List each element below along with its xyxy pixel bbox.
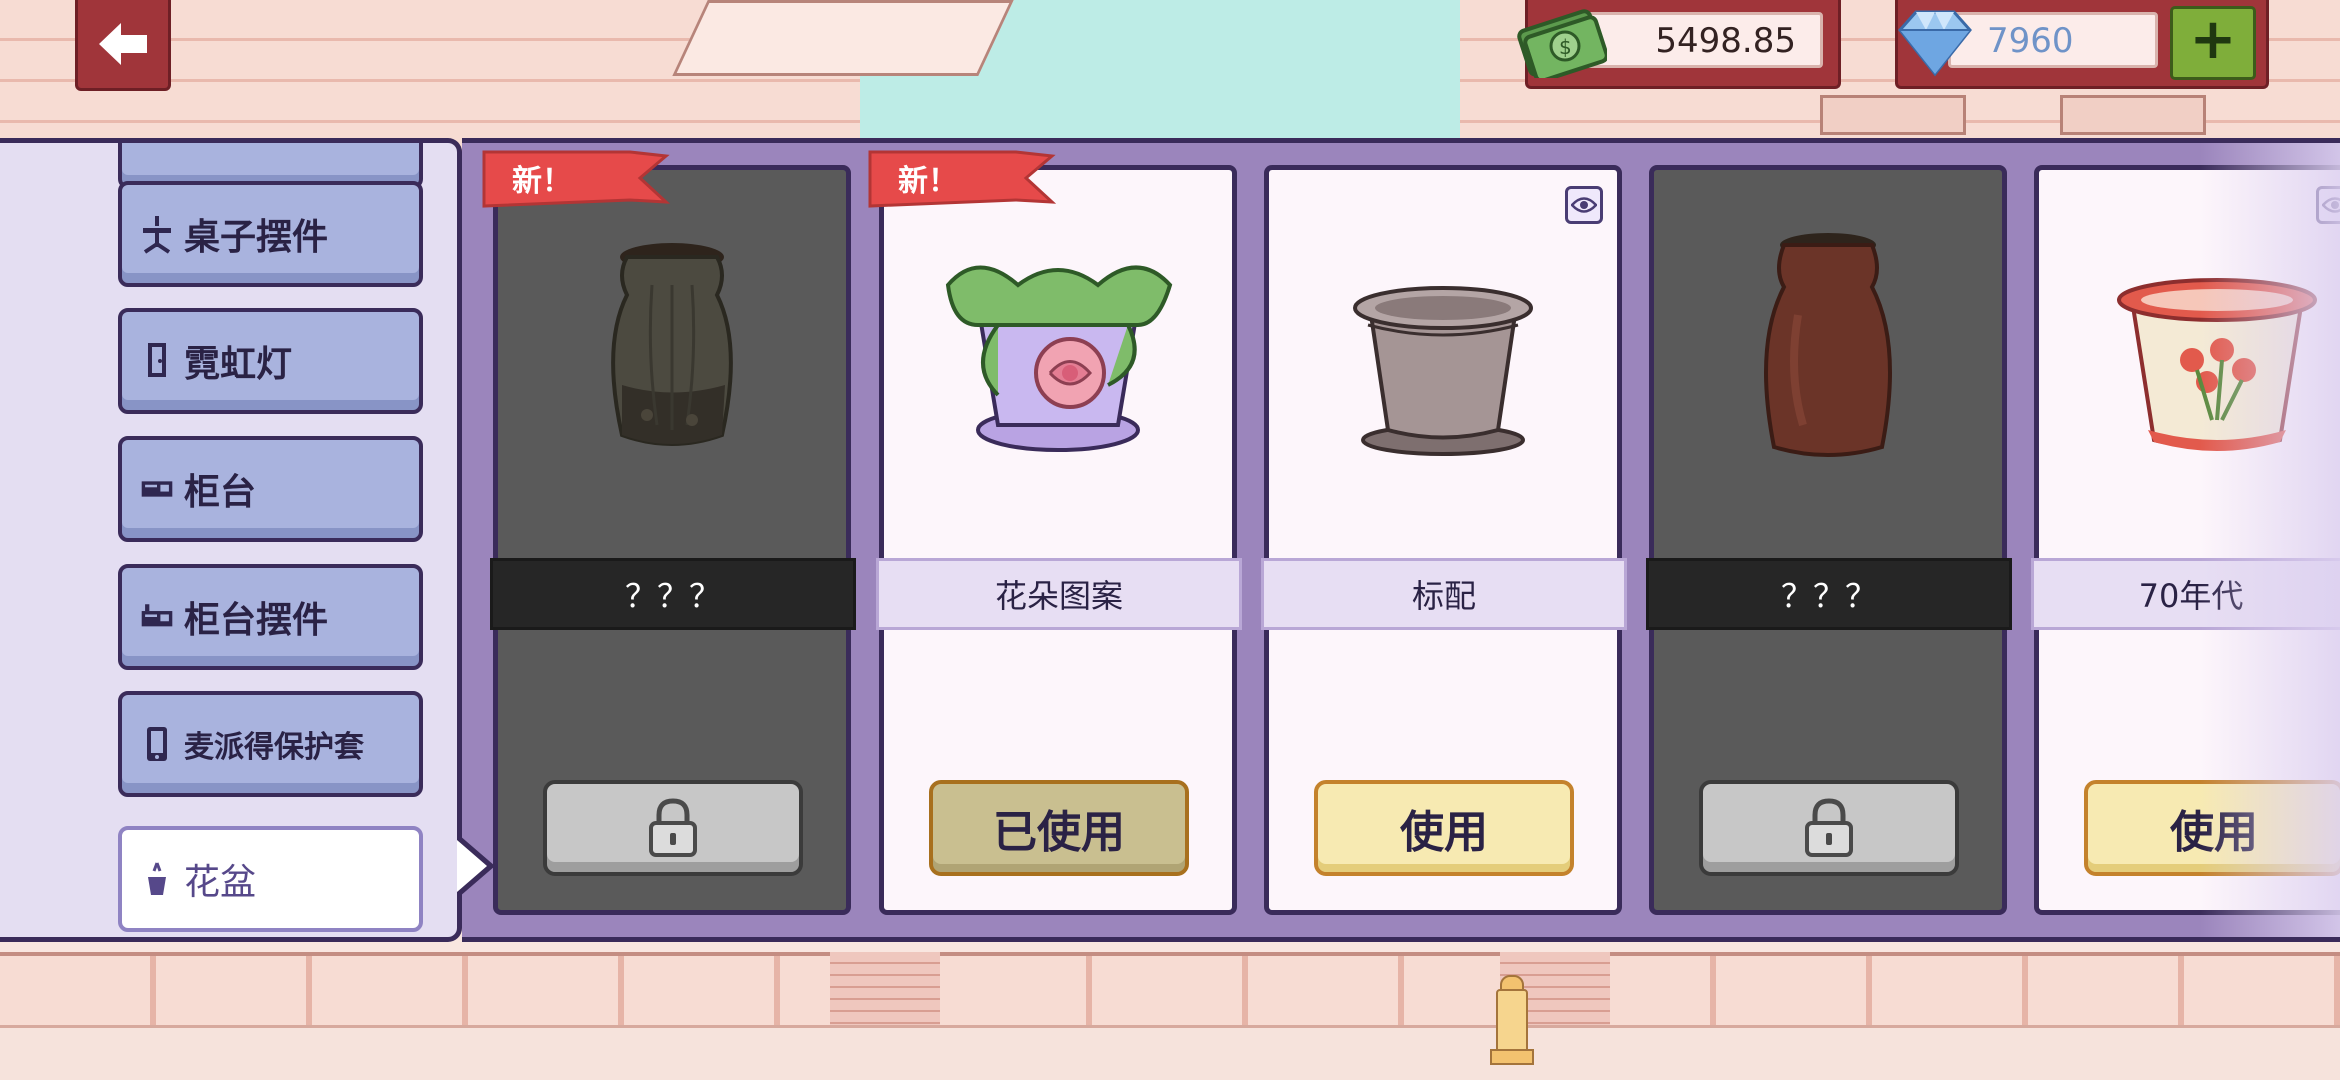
cash-value: 5498.85 (1583, 12, 1823, 68)
rose-pot-icon (945, 265, 1173, 452)
use-button[interactable]: 使用 (2084, 780, 2340, 876)
vase-dark-icon (611, 243, 733, 446)
plain-pot-icon (1353, 286, 1533, 456)
category-item-flowerpot[interactable]: 花盆 (118, 826, 423, 932)
ribbon-flag-icon (868, 150, 1057, 208)
tablet-icon (140, 724, 174, 764)
locked-button[interactable] (543, 780, 803, 876)
use-button[interactable]: 使用 (1314, 780, 1574, 876)
lock-icon (649, 798, 697, 857)
back-arrow-icon (99, 23, 147, 65)
category-item-tablet-case[interactable]: 麦派得保护套 (118, 691, 423, 797)
eye-icon[interactable] (2316, 186, 2340, 224)
flowerpot-icon (140, 859, 174, 899)
counter-icon (140, 469, 174, 509)
category-item-desk-decorations[interactable]: 桌子摆件 (118, 181, 423, 287)
new-ribbon: 新！ (480, 148, 671, 210)
diamond-icon (1898, 10, 1972, 77)
roof-awning (672, 0, 1014, 76)
item-name: 标配 (1261, 558, 1627, 630)
category-item-counter[interactable]: 柜台 (118, 436, 423, 542)
category-item-counter-decorations[interactable]: 柜台摆件 (118, 564, 423, 670)
street-scene (0, 930, 2340, 1080)
new-ribbon: 新！ (866, 148, 1057, 210)
shutter (830, 952, 940, 1032)
lock-icon (1805, 798, 1853, 857)
add-gems-button[interactable]: + (2170, 6, 2256, 80)
counter-decoration-icon (140, 597, 174, 637)
category-icon (140, 143, 174, 156)
sidewalk (0, 1025, 2340, 1080)
item-name: ？？？ (490, 558, 856, 630)
item-card-flower-pattern[interactable]: 花朵图案 已使用 (876, 165, 1242, 915)
item-name: 花朵图案 (876, 558, 1242, 630)
item-card-standard[interactable]: 标配 使用 (1261, 165, 1627, 915)
category-panel: 桌子摆件 霓虹灯 柜台 柜台摆件 麦派得保护套 花盆 (0, 138, 462, 942)
item-name: ？？？ (1646, 558, 2012, 630)
money-icon: $ (1517, 9, 1607, 78)
item-name: 70年代 (2031, 558, 2340, 630)
active-pointer (457, 840, 487, 892)
eye-icon[interactable] (1565, 186, 1603, 224)
back-button[interactable] (75, 0, 171, 91)
locked-button[interactable] (1699, 780, 1959, 876)
fire-hydrant (1490, 975, 1534, 1065)
ribbon-flag-icon (482, 150, 671, 208)
desk-decoration-icon (140, 214, 174, 254)
item-card-locked-2[interactable]: ？？？ (1646, 165, 2012, 915)
seventies-pot-icon (2117, 278, 2317, 451)
svg-text:$: $ (1559, 35, 1572, 59)
window (1820, 95, 1966, 135)
item-card-locked-1[interactable]: ？？？ (490, 165, 856, 915)
item-card-70s[interactable]: 70年代 使用 (2031, 165, 2340, 915)
door-icon (140, 341, 174, 381)
category-item-neon-lights[interactable]: 霓虹灯 (118, 308, 423, 414)
in-use-button[interactable]: 已使用 (929, 780, 1189, 876)
vase-brown-icon (1764, 233, 1892, 457)
window (2060, 95, 2206, 135)
